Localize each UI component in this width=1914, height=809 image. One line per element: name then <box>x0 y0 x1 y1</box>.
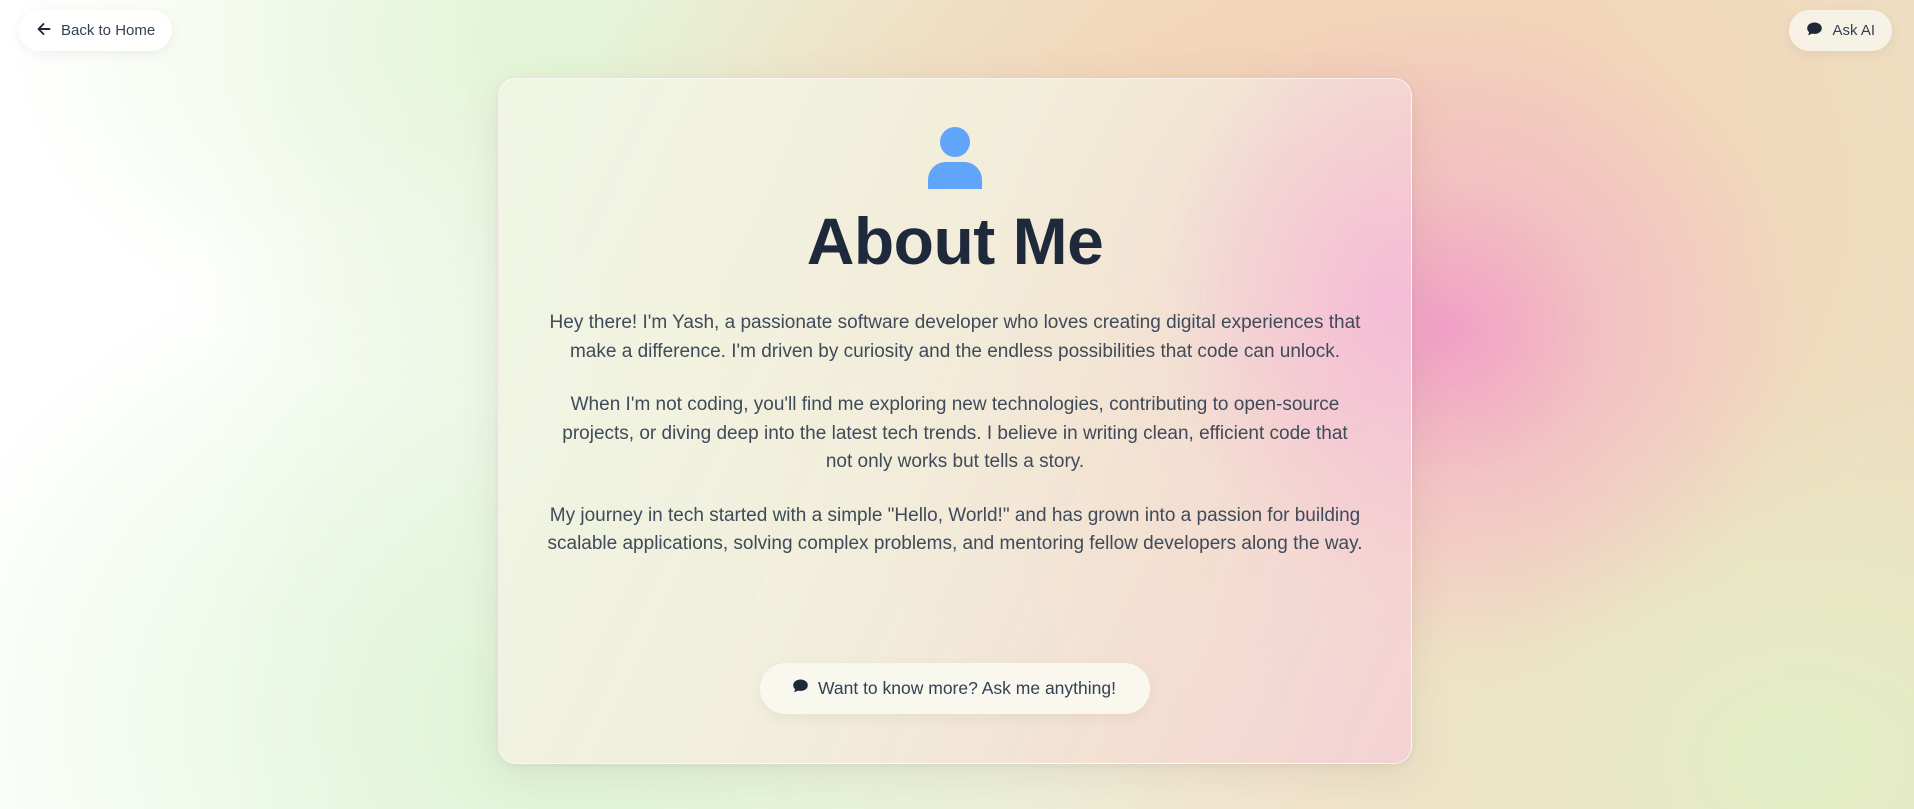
ask-me-anything-label: Want to know more? Ask me anything! <box>818 678 1116 698</box>
ask-ai-button[interactable]: Ask AI <box>1789 10 1892 51</box>
ask-me-anything-button[interactable]: Want to know more? Ask me anything! <box>760 663 1150 714</box>
ask-ai-label: Ask AI <box>1832 22 1875 39</box>
back-to-home-label: Back to Home <box>61 22 156 39</box>
about-text: Hey there! I'm Yash, a passionate softwa… <box>547 309 1363 584</box>
about-paragraph-hobbies: When I'm not coding, you'll find me expl… <box>562 394 1348 472</box>
about-paragraph-intro: Hey there! I'm Yash, a passionate softwa… <box>549 312 1361 362</box>
user-icon <box>927 127 983 189</box>
chat-bubble-icon <box>792 678 809 699</box>
page-title: About Me <box>806 204 1104 278</box>
about-paragraph-journey: My journey in tech started with a simple… <box>547 504 1363 555</box>
about-card: About Me Hey there! I'm Yash, a passiona… <box>498 78 1412 764</box>
back-to-home-button[interactable]: Back to Home <box>19 10 173 51</box>
chat-bubble-icon <box>1806 21 1823 41</box>
arrow-left-icon <box>36 21 52 41</box>
